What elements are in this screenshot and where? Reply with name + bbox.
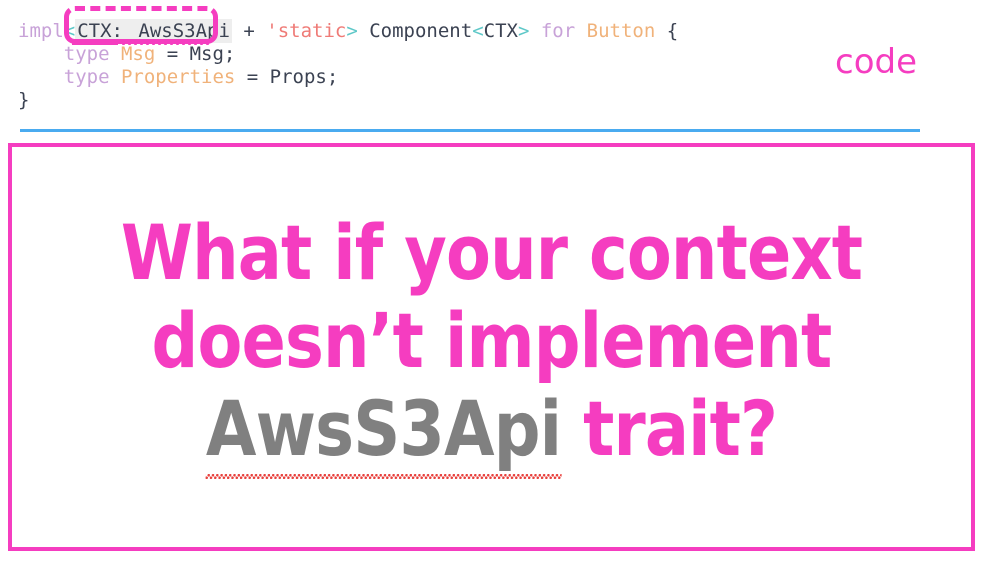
- code-token-component: Component: [357, 20, 473, 42]
- code-token-angle-close: >: [346, 20, 358, 42]
- code-token-props-value: Props;: [269, 66, 339, 88]
- ctx-underline: [72, 40, 118, 45]
- code-token-ctx-generic: CTX: [483, 20, 518, 42]
- code-token-type-2: type: [18, 66, 121, 88]
- code-label: code: [835, 42, 917, 82]
- code-token-button: Button: [586, 20, 656, 42]
- code-token-static-lifetime: 'static: [266, 20, 347, 42]
- code-token-plus: +: [231, 20, 267, 42]
- slide-panel: What if your context doesn’t implement A…: [8, 143, 975, 551]
- headline-line-3: AwsS3Api trait?: [79, 384, 904, 479]
- code-token-angle-open-2: <: [472, 20, 484, 42]
- headline-line-2: doesn’t implement: [151, 296, 833, 385]
- code-token-impl: impl: [18, 20, 64, 42]
- headline-space: [561, 384, 583, 473]
- awss3api-text: AwsS3Api: [205, 384, 562, 473]
- code-token-properties-type: Properties: [120, 66, 236, 88]
- code-token-type: type: [18, 43, 121, 65]
- headline-line-1: What if your context: [120, 208, 863, 297]
- code-token-angle-close-2: >: [517, 20, 530, 42]
- awss3api-misspelled-word: AwsS3Api: [205, 384, 562, 479]
- code-token-equals: =: [155, 43, 190, 65]
- code-token-brace-close: }: [18, 89, 30, 111]
- code-token-equals-2: =: [235, 66, 270, 88]
- code-token-msg-value: Msg;: [189, 43, 236, 65]
- code-token-msg-type: Msg: [120, 43, 156, 65]
- code-token-angle-open: <: [63, 20, 76, 42]
- code-line: type Msg = Msg;: [18, 43, 236, 66]
- code-line: type Properties = Props;: [18, 66, 339, 89]
- page-title: What if your context doesn’t implement A…: [79, 208, 904, 479]
- code-token-brace-open: {: [655, 20, 679, 42]
- section-divider: [20, 129, 920, 132]
- headline-trait-word: trait?: [583, 384, 778, 473]
- code-token-for: for: [529, 20, 587, 42]
- spellcheck-squiggle-icon: [205, 474, 562, 479]
- awss3api-squiggle-underline: [122, 39, 212, 45]
- code-line: }: [18, 89, 29, 112]
